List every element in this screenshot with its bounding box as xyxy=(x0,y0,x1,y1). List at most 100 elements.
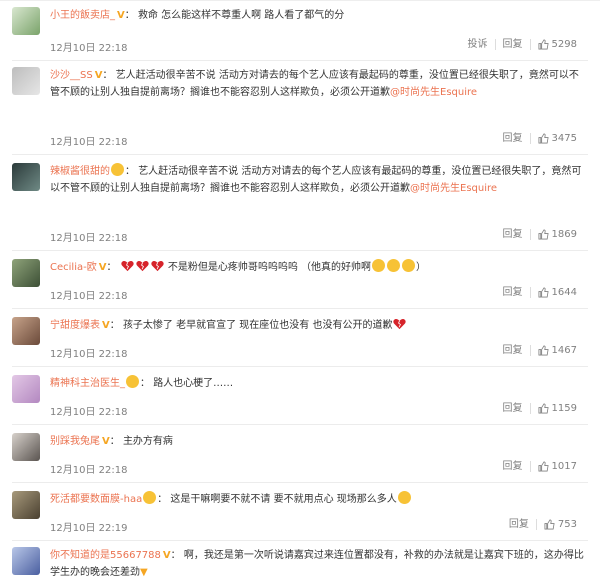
sad-emoji-icon xyxy=(397,491,411,504)
like-button[interactable]: 1159 xyxy=(529,403,584,414)
timestamp: 12月10日 22:18 xyxy=(50,137,128,148)
like-button[interactable]: 5298 xyxy=(529,39,584,50)
like-button[interactable]: 1644 xyxy=(529,287,584,298)
comment-meta: 12月10日 22:18 回复 1644 xyxy=(50,287,584,303)
comment-item: 小王的飯卖店_ V： 救命 怎么能这样不尊重人啊 路人看了都气的分 12月10日 … xyxy=(0,7,600,61)
timestamp: 12月10日 22:18 xyxy=(50,233,128,244)
separator: ： xyxy=(124,10,135,21)
comment-actions: 回复 753 xyxy=(502,519,584,530)
like-count: 1017 xyxy=(551,461,577,472)
comment-item: 宁甜度爆表 V： 孩子太惨了 老早就官宣了 现在座位也没有 也没有公开的道歉 12… xyxy=(0,317,600,367)
username[interactable]: 别踩我兔尾 xyxy=(50,436,100,447)
reply-button[interactable]: 回复 xyxy=(494,39,530,50)
heart-eyes-emoji-icon xyxy=(372,259,386,272)
comment-text: 这是干嘛啊要不就不请 要不就用点心 现场那么多人 xyxy=(170,494,397,505)
like-count: 753 xyxy=(557,519,577,530)
comment-actions: 回复 1017 xyxy=(496,461,584,472)
comment-actions: 回复 1159 xyxy=(496,403,584,414)
separator: ： xyxy=(109,320,120,331)
avatar[interactable] xyxy=(12,163,40,191)
comment-item: 辣椒酱很甜的： 艺人赶活动很辛苦不说 活动方对请去的每个艺人应该有最起码的尊重，… xyxy=(0,163,600,251)
avatar[interactable] xyxy=(12,67,40,95)
verified-badge-icon: V xyxy=(102,320,110,331)
mention-link[interactable]: @时尚先生Esquire xyxy=(390,87,477,98)
like-count: 1869 xyxy=(551,229,577,240)
username[interactable]: 宁甜度爆表 xyxy=(50,320,100,331)
heart-eyes-emoji-icon xyxy=(402,259,416,272)
divider xyxy=(12,366,588,367)
separator: ： xyxy=(109,436,120,447)
divider xyxy=(12,60,588,61)
separator: ： xyxy=(125,166,135,177)
broken-heart-icon xyxy=(136,260,149,272)
comment-item: 精神科主治医生_ ： 路人也心梗了…… 12月10日 22:18 回复 1159 xyxy=(0,375,600,425)
username[interactable]: 你不知道的是55667788 xyxy=(50,550,161,561)
thumbs-up-icon xyxy=(544,519,555,530)
like-button[interactable]: 1869 xyxy=(529,229,584,240)
comment-item: 沙沙__SS V： 艺人赶活动很辛苦不说 活动方对请去的每个艺人应该有最起码的尊重… xyxy=(0,67,600,155)
reply-button[interactable]: 回复 xyxy=(496,403,530,414)
thumbs-up-icon xyxy=(538,287,549,298)
avatar[interactable] xyxy=(12,547,40,575)
comment-meta: 12月10日 22:18 回复 1869 xyxy=(50,229,584,245)
verified-badge-icon: V xyxy=(102,436,110,447)
like-button[interactable]: 1467 xyxy=(529,345,584,356)
reply-button[interactable]: 回复 xyxy=(496,287,530,298)
comment-actions: 投诉 回复 5298 xyxy=(461,39,584,50)
avatar[interactable] xyxy=(12,375,40,403)
comment-item: 别踩我兔尾 V： 主办方有病 12月10日 22:18 回复 1017 xyxy=(0,433,600,483)
reply-button[interactable]: 回复 xyxy=(502,519,536,530)
comment-meta: 12月10日 22:18 回复 1159 xyxy=(50,403,584,419)
timestamp: 12月10日 22:18 xyxy=(50,349,128,360)
reply-button[interactable]: 回复 xyxy=(496,229,530,240)
avatar[interactable] xyxy=(12,491,40,519)
timestamp: 12月10日 22:18 xyxy=(50,291,128,302)
separator: ： xyxy=(157,494,168,505)
comment-actions: 回复 1869 xyxy=(496,229,584,240)
smiley-emoji-icon xyxy=(126,375,139,388)
comment-meta: 12月10日 22:18 回复 1467 xyxy=(50,345,584,361)
username[interactable]: 小王的飯卖店_ xyxy=(50,10,115,21)
comment-body: 宁甜度爆表 V： 孩子太惨了 老早就官宣了 现在座位也没有 也没有公开的道歉 xyxy=(50,317,586,334)
verified-badge-icon: V xyxy=(162,550,171,561)
comment-text: 路人也心梗了…… xyxy=(153,378,234,389)
username[interactable]: 死活都要数面膜-haa xyxy=(50,494,142,505)
username[interactable]: Cecilia-欧 xyxy=(50,262,97,273)
comment-body: 沙沙__SS V： 艺人赶活动很辛苦不说 活动方对请去的每个艺人应该有最起码的尊重… xyxy=(50,67,586,101)
avatar[interactable] xyxy=(12,7,40,35)
comment-body: 精神科主治医生_ ： 路人也心梗了…… xyxy=(50,375,586,392)
timestamp: 12月10日 22:18 xyxy=(50,407,128,418)
comment-text: 救命 怎么能这样不尊重人啊 路人看了都气的分 xyxy=(137,10,345,21)
avatar[interactable] xyxy=(12,259,40,287)
reply-button[interactable]: 回复 xyxy=(496,461,530,472)
like-count: 1159 xyxy=(551,403,577,414)
mention-link[interactable]: @时尚先生Esquire xyxy=(410,183,497,194)
reply-button[interactable]: 回复 xyxy=(496,133,530,144)
like-count: 1644 xyxy=(551,287,577,298)
reply-button[interactable]: 回复 xyxy=(496,345,530,356)
like-button[interactable]: 3475 xyxy=(529,133,584,144)
comment-body: 别踩我兔尾 V： 主办方有病 xyxy=(50,433,586,450)
divider xyxy=(12,154,588,155)
comment-item: Cecilia-欧 V： 不是粉但是心疼帅哥呜呜呜呜 （他真的好帅啊） 12月10… xyxy=(0,259,600,309)
comment-actions: 回复 1467 xyxy=(496,345,584,356)
avatar[interactable] xyxy=(12,317,40,345)
comment-body: 小王的飯卖店_ V： 救命 怎么能这样不尊重人啊 路人看了都气的分 xyxy=(50,7,586,24)
timestamp: 12月10日 22:18 xyxy=(50,43,128,54)
thumbs-up-icon xyxy=(538,345,549,356)
username[interactable]: 辣椒酱很甜的 xyxy=(50,166,110,177)
comment-body: 辣椒酱很甜的： 艺人赶活动很辛苦不说 活动方对请去的每个艺人应该有最起码的尊重，… xyxy=(50,163,586,197)
username[interactable]: 精神科主治医生_ xyxy=(50,378,125,389)
timestamp: 12月10日 22:19 xyxy=(50,523,128,534)
avatar[interactable] xyxy=(12,433,40,461)
divider xyxy=(12,424,588,425)
comment-text: 艺人赶活动很辛苦不说 活动方对请去的每个艺人应该有最起码的尊重，没位置已经很失职… xyxy=(50,70,579,98)
comment-text: 不是粉但是心疼帅哥呜呜呜呜 （他真的好帅啊 xyxy=(167,262,372,273)
like-button[interactable]: 1017 xyxy=(529,461,584,472)
separator: ： xyxy=(170,550,181,561)
like-count: 5298 xyxy=(551,39,577,50)
report-button[interactable]: 投诉 xyxy=(461,39,495,50)
thumbs-up-icon xyxy=(538,229,549,240)
like-button[interactable]: 753 xyxy=(535,519,584,530)
username[interactable]: 沙沙__SS xyxy=(50,70,93,81)
